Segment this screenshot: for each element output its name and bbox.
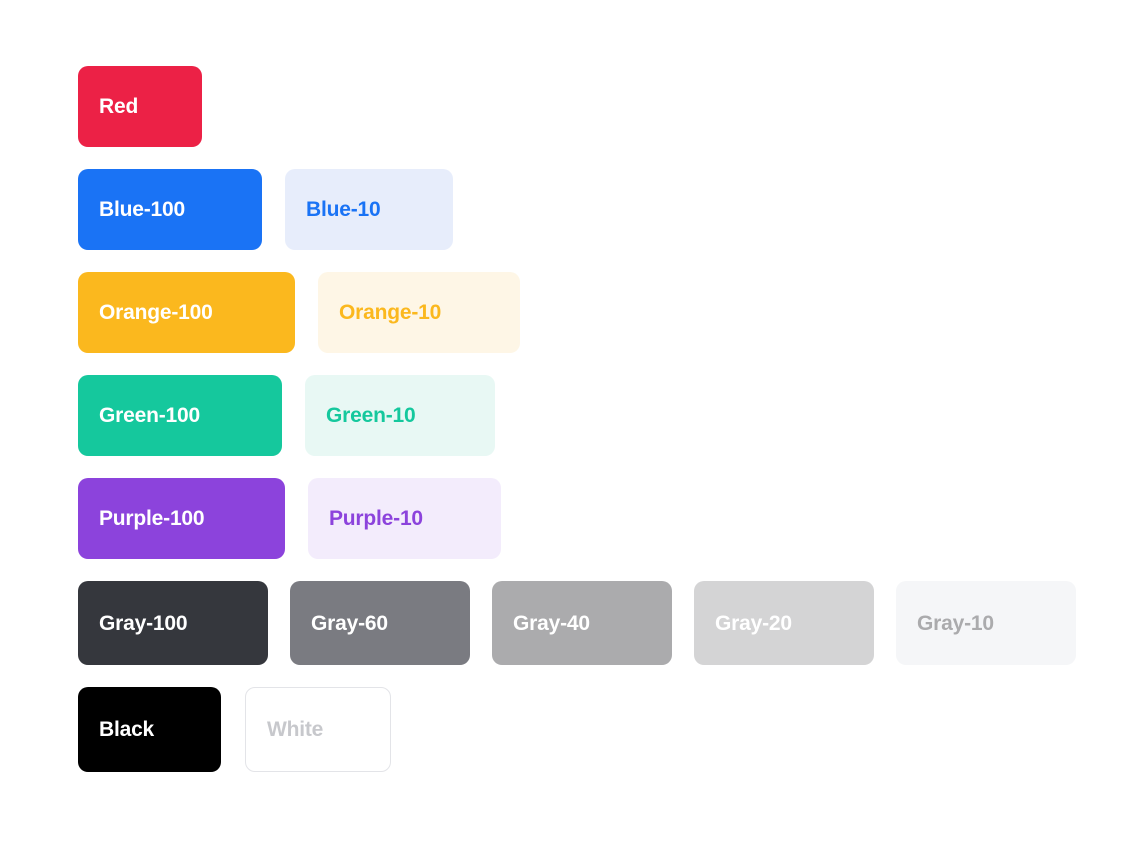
color-swatch-label: Gray-10: [917, 613, 994, 634]
color-swatch-label: Orange-100: [99, 302, 213, 323]
color-swatch-label: Red: [99, 96, 138, 117]
color-swatch-black[interactable]: Black: [78, 687, 221, 772]
color-swatch-gray-10[interactable]: Gray-10: [896, 581, 1076, 665]
swatch-row-blue: Blue-100 Blue-10: [78, 169, 453, 250]
color-swatch-label: Blue-10: [306, 199, 380, 220]
swatch-row-red: Red: [78, 66, 202, 147]
swatch-row-purple: Purple-100 Purple-10: [78, 478, 501, 559]
color-swatch-purple-100[interactable]: Purple-100: [78, 478, 285, 559]
color-swatch-gray-100[interactable]: Gray-100: [78, 581, 268, 665]
color-swatch-red[interactable]: Red: [78, 66, 202, 147]
color-swatch-label: Green-100: [99, 405, 200, 426]
color-swatch-label: Gray-60: [311, 613, 388, 634]
swatch-row-orange: Orange-100 Orange-10: [78, 272, 520, 353]
color-swatch-purple-10[interactable]: Purple-10: [308, 478, 501, 559]
color-swatch-green-10[interactable]: Green-10: [305, 375, 495, 456]
color-swatch-blue-100[interactable]: Blue-100: [78, 169, 262, 250]
color-swatch-label: Gray-100: [99, 613, 187, 634]
swatch-row-mono: Black White: [78, 687, 391, 772]
color-swatch-gray-20[interactable]: Gray-20: [694, 581, 874, 665]
color-swatch-label: Orange-10: [339, 302, 441, 323]
color-swatch-orange-10[interactable]: Orange-10: [318, 272, 520, 353]
swatch-row-green: Green-100 Green-10: [78, 375, 495, 456]
color-swatch-label: Blue-100: [99, 199, 185, 220]
color-swatch-label: Purple-100: [99, 508, 204, 529]
color-swatch-green-100[interactable]: Green-100: [78, 375, 282, 456]
color-swatch-gray-40[interactable]: Gray-40: [492, 581, 672, 665]
color-swatch-blue-10[interactable]: Blue-10: [285, 169, 453, 250]
color-palette: Red Blue-100 Blue-10 Orange-100 Orange-10 Gre…: [0, 0, 1147, 772]
color-swatch-orange-100[interactable]: Orange-100: [78, 272, 295, 353]
color-swatch-label: Gray-20: [715, 613, 792, 634]
color-swatch-white[interactable]: White: [245, 687, 391, 772]
color-swatch-label: Purple-10: [329, 508, 423, 529]
color-swatch-label: Green-10: [326, 405, 415, 426]
swatch-row-gray: Gray-100 Gray-60 Gray-40 Gray-20 Gray-10: [78, 581, 1076, 665]
color-swatch-label: White: [267, 719, 323, 740]
color-swatch-label: Black: [99, 719, 154, 740]
color-swatch-gray-60[interactable]: Gray-60: [290, 581, 470, 665]
color-swatch-label: Gray-40: [513, 613, 590, 634]
